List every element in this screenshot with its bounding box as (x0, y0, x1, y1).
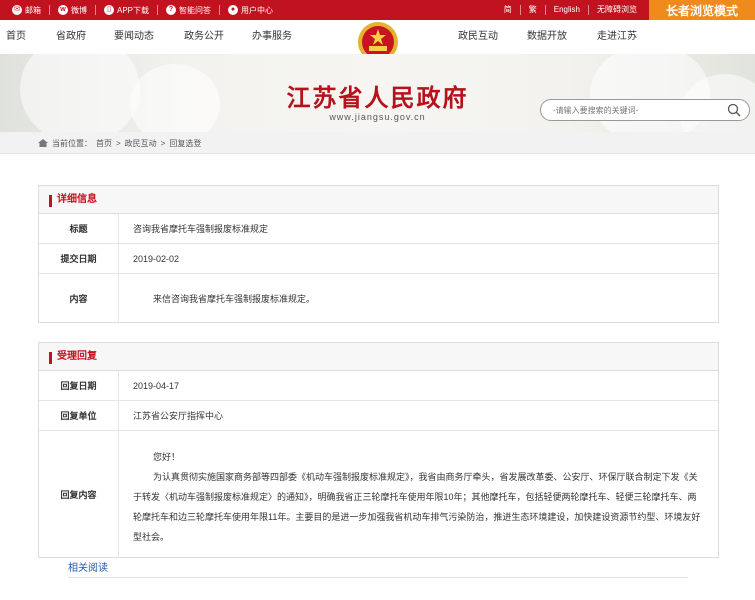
breadcrumb-separator: > (116, 138, 121, 148)
detail-header: 详细信息 (39, 186, 718, 214)
breadcrumb-home[interactable]: 首页 (96, 138, 112, 149)
reply-unit-value: 江苏省公安厅指挥中心 (133, 411, 224, 421)
accessibility-link[interactable]: 无障碍浏览 (589, 5, 645, 15)
detail-row-title: 标题 咨询我省摩托车强制报废标准规定 (39, 214, 718, 244)
reply-content-label: 回复内容 (39, 431, 119, 557)
search-input[interactable] (553, 103, 723, 118)
content-label: 内容 (39, 274, 119, 322)
detail-panel: 详细信息 标题 咨询我省摩托车强制报废标准规定 提交日期 2019-02-02 … (38, 185, 719, 323)
user-center-label: 用户中心 (241, 5, 274, 15)
reply-panel: 受理回复 回复日期 2019-04-17 回复单位 江苏省公安厅指挥中心 回复内… (38, 342, 719, 558)
smart-qa-link[interactable]: ? 智能问答 (158, 5, 221, 15)
weibo-link[interactable]: w 微博 (50, 5, 96, 15)
reply-unit-label: 回复单位 (39, 401, 119, 430)
nav-news[interactable]: 要闻动态 (114, 20, 154, 54)
simplified-link[interactable]: 简 (496, 5, 521, 15)
nav-interaction[interactable]: 政民互动 (458, 20, 498, 54)
breadcrumb-current[interactable]: 回复选登 (169, 138, 201, 149)
weibo-label: 微博 (71, 5, 87, 15)
mail-label: 邮箱 (25, 5, 41, 15)
submit-date-label: 提交日期 (39, 244, 119, 273)
reply-row-date: 回复日期 2019-04-17 (39, 371, 718, 401)
related-divider (68, 577, 688, 578)
main-nav: 首页 省政府 要闻动态 政务公开 办事服务 政民互动 数据开放 走进江苏 (0, 20, 755, 69)
phone-icon: ▯ (104, 5, 114, 15)
nav-open-data[interactable]: 数据开放 (527, 20, 567, 54)
top-utility-bar: ✉ 邮箱 w 微博 ▯ APP下载 ? 智能问答 ● 用户中心 简 繁 English 无… (0, 0, 755, 22)
title-value: 咨询我省摩托车强制报废标准规定 (133, 224, 269, 234)
breadcrumb-separator: > (160, 138, 166, 148)
reply-body: 为认真贯彻实施国家商务部等四部委《机动车强制报废标准规定》，我省由商务厅牵头，省… (133, 472, 701, 542)
site-banner: 江苏省人民政府 www.jiangsu.gov.cn (0, 54, 755, 132)
reply-content: 您好！ 为认真贯彻实施国家商务部等四部委《机动车强制报废标准规定》，我省由商务厅… (119, 431, 718, 557)
reply-heading: 受理回复 (57, 351, 97, 362)
breadcrumb: 当前位置： 首页 > 政民互动 > 回复选登 (38, 132, 201, 154)
user-center-link[interactable]: ● 用户中心 (220, 5, 281, 15)
related-reading-heading[interactable]: 相关阅读 (68, 559, 108, 574)
mail-link[interactable]: ✉ 邮箱 (4, 5, 50, 15)
reply-header: 受理回复 (39, 343, 718, 371)
smart-qa-label: 智能问答 (179, 5, 212, 15)
nav-province-gov[interactable]: 省政府 (56, 20, 86, 54)
content-value: 来信咨询我省摩托车强制报废标准规定。 (153, 293, 316, 304)
search-box (540, 99, 750, 121)
reply-row-content: 回复内容 您好！ 为认真贯彻实施国家商务部等四部委《机动车强制报废标准规定》，我… (39, 431, 718, 557)
traditional-link[interactable]: 繁 (521, 5, 546, 15)
search-icon[interactable] (727, 103, 741, 117)
breadcrumb-bar: 当前位置： 首页 > 政民互动 > 回复选登 (0, 132, 755, 154)
language-links: 简 繁 English 无障碍浏览 (496, 0, 645, 20)
mail-icon: ✉ (12, 5, 22, 15)
app-download-label: APP下载 (117, 5, 150, 15)
utility-links: ✉ 邮箱 w 微博 ▯ APP下载 ? 智能问答 ● 用户中心 (4, 0, 281, 20)
reply-date-value: 2019-04-17 (133, 380, 180, 391)
submit-date-value: 2019-02-02 (133, 253, 180, 264)
breadcrumb-prefix: 当前位置： (52, 138, 92, 148)
qa-icon: ? (166, 5, 177, 15)
elder-mode-button[interactable]: 长者浏览模式 (649, 0, 755, 22)
detail-row-content: 内容 来信咨询我省摩托车强制报废标准规定。 (39, 274, 718, 322)
nav-about-jiangsu[interactable]: 走进江苏 (597, 20, 637, 54)
english-link[interactable]: English (546, 5, 589, 15)
nav-home[interactable]: 首页 (6, 20, 26, 54)
nav-gov-affairs[interactable]: 政务公开 (184, 20, 224, 54)
nav-services[interactable]: 办事服务 (252, 20, 292, 54)
reply-date-label: 回复日期 (39, 371, 119, 400)
detail-heading: 详细信息 (57, 194, 97, 205)
detail-row-date: 提交日期 2019-02-02 (39, 244, 718, 274)
reply-greeting: 您好！ (153, 452, 181, 462)
title-label: 标题 (39, 214, 119, 243)
breadcrumb-interaction[interactable]: 政民互动 (125, 138, 157, 149)
weibo-icon: w (58, 5, 68, 15)
user-icon: ● (228, 5, 239, 15)
app-download-link[interactable]: ▯ APP下载 (96, 5, 159, 15)
reply-row-unit: 回复单位 江苏省公安厅指挥中心 (39, 401, 718, 431)
home-icon (38, 139, 48, 147)
